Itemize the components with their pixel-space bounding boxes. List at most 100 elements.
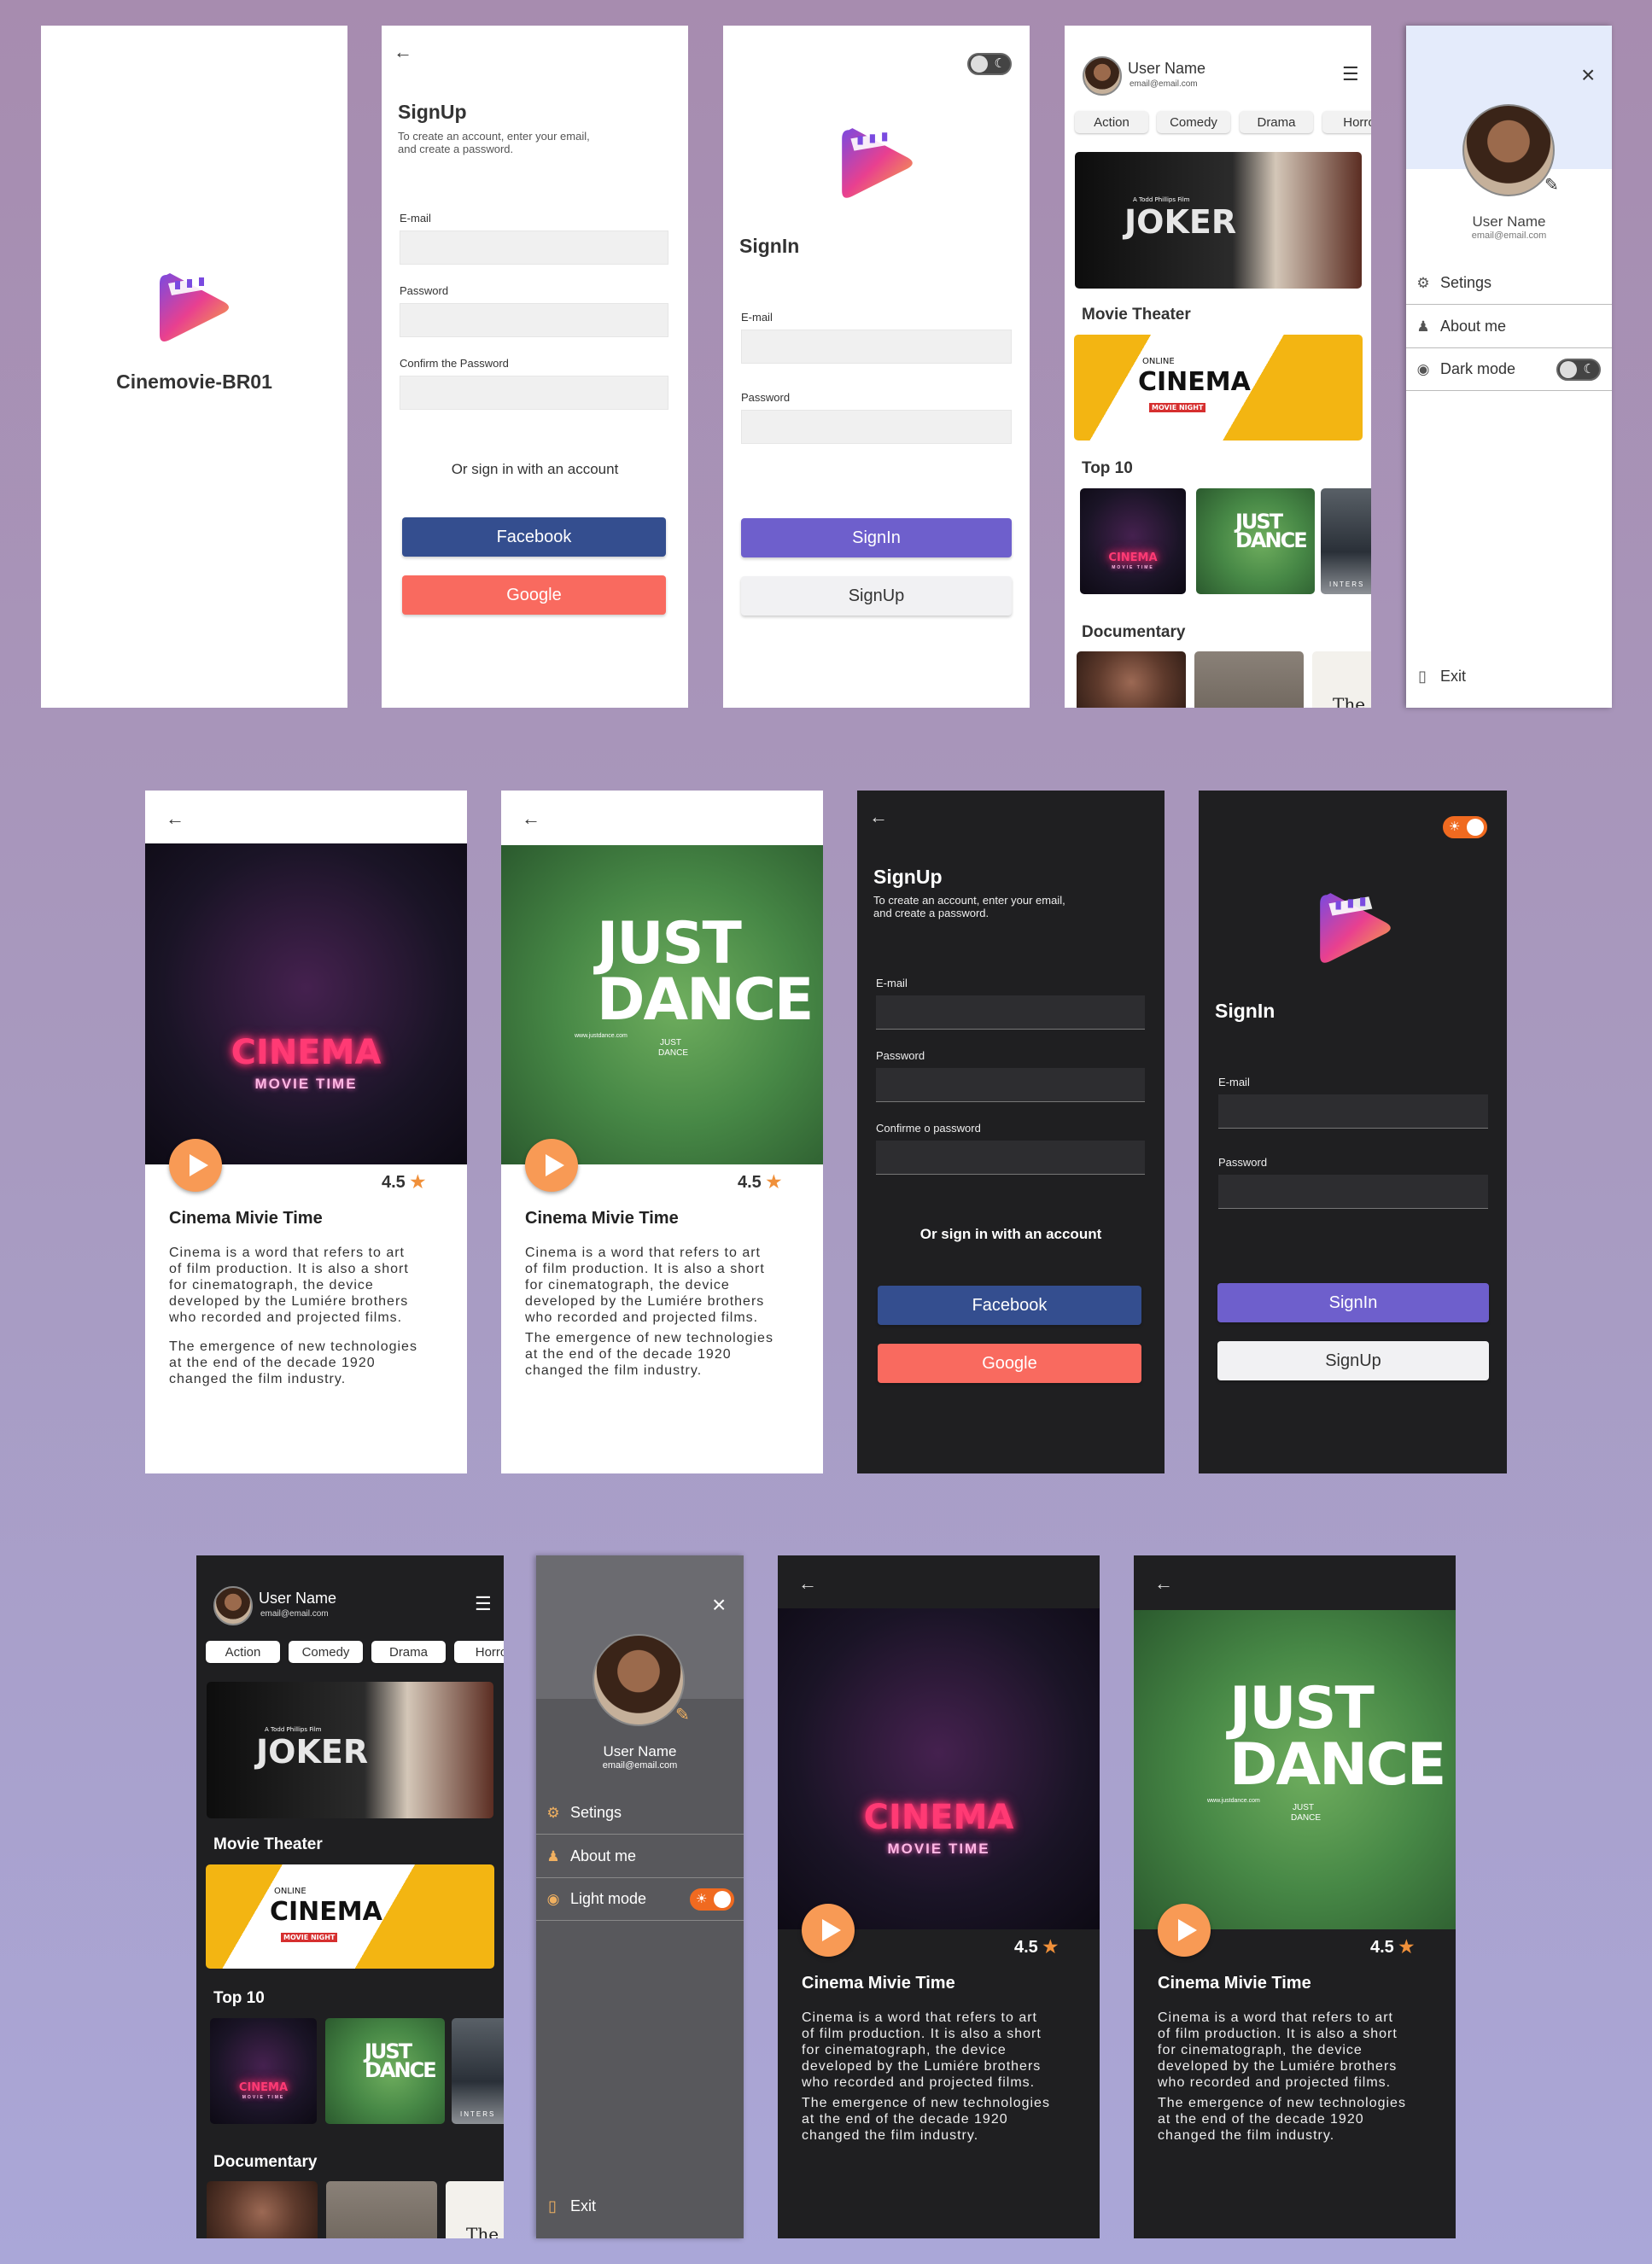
theme-toggle[interactable]: ☀: [1443, 816, 1487, 838]
joker-small-text: A Todd Phillips Film: [1133, 196, 1190, 203]
signin-title: SignIn: [739, 235, 800, 257]
menu-about[interactable]: ♟ About me: [1406, 306, 1612, 348]
signup-button[interactable]: SignUp: [1217, 1341, 1489, 1380]
section-top-10: Top 10: [213, 1989, 265, 2007]
user-email: email@email.com: [1471, 230, 1547, 241]
user-name: User Name: [1128, 60, 1206, 77]
light-mode-toggle[interactable]: ☀: [690, 1888, 734, 1911]
top10-item-cinema[interactable]: CINEMA MOVIE TIME: [1080, 488, 1186, 594]
email-field[interactable]: [741, 330, 1012, 364]
menu-settings[interactable]: ⚙ Setings: [536, 1792, 744, 1835]
back-arrow-icon[interactable]: ←: [166, 809, 184, 828]
avatar[interactable]: [213, 1586, 253, 1625]
dark-mode-toggle[interactable]: ☾: [1556, 359, 1601, 381]
facebook-button[interactable]: Facebook: [878, 1286, 1141, 1325]
play-button[interactable]: [169, 1139, 222, 1192]
email-label: E-mail: [1218, 1076, 1250, 1088]
signin-button[interactable]: SignIn: [1217, 1283, 1489, 1322]
documentary-item-3[interactable]: The N: [1312, 651, 1371, 708]
menu-icon[interactable]: ☰: [1342, 63, 1359, 85]
poster-title: CINEMA: [231, 1033, 382, 1072]
exit-button[interactable]: Exit: [570, 2197, 596, 2215]
home-screen-dark: User Name email@email.com ☰ Action Comed…: [196, 1555, 504, 2238]
category-comedy[interactable]: Comedy: [1157, 111, 1230, 133]
exit-button[interactable]: Exit: [1440, 668, 1466, 686]
category-horror[interactable]: Horro: [1322, 111, 1371, 133]
person-icon: ♟: [1416, 318, 1430, 335]
user-email: email@email.com: [260, 1609, 329, 1619]
movie-title: Cinema Mivie Time: [1158, 1974, 1311, 1993]
back-arrow-icon[interactable]: ←: [394, 43, 412, 61]
back-arrow-icon[interactable]: ←: [869, 808, 888, 826]
close-icon[interactable]: ×: [1581, 61, 1595, 89]
play-button[interactable]: [525, 1139, 578, 1192]
theater-night: MOVIE NIGHT: [281, 1933, 338, 1942]
play-button[interactable]: [802, 1904, 855, 1957]
close-icon[interactable]: ×: [712, 1591, 726, 1619]
poster-title: The N: [1333, 694, 1371, 708]
user-email: email@email.com: [602, 1760, 678, 1771]
signin-button[interactable]: SignIn: [741, 518, 1012, 557]
featured-banner-joker[interactable]: A Todd Phillips Film JOKER: [1075, 152, 1362, 289]
movie-theater-banner[interactable]: ONLINE CINEMA MOVIE NIGHT: [1074, 335, 1363, 441]
category-action[interactable]: Action: [206, 1641, 280, 1663]
top10-item-cinema[interactable]: CINEMA MOVIE TIME: [210, 2018, 317, 2124]
top10-item-dance[interactable]: JUST DANCE: [1196, 488, 1315, 594]
menu-settings[interactable]: ⚙ Setings: [1406, 262, 1612, 305]
category-horror[interactable]: Horro: [454, 1641, 504, 1663]
movie-theater-banner[interactable]: ONLINE CINEMA MOVIE NIGHT: [206, 1864, 494, 1969]
email-field[interactable]: [1218, 1094, 1488, 1129]
signup-button[interactable]: SignUp: [741, 576, 1012, 616]
email-field[interactable]: [876, 995, 1145, 1030]
top10-item-dance[interactable]: JUST DANCE: [325, 2018, 445, 2124]
back-arrow-icon[interactable]: ←: [522, 809, 540, 828]
back-arrow-icon[interactable]: ←: [798, 1574, 817, 1593]
documentary-item-1[interactable]: [207, 2181, 318, 2238]
avatar[interactable]: [1083, 56, 1122, 96]
top10-item-inter[interactable]: INTERS: [1321, 488, 1371, 594]
home-screen-light: User Name email@email.com ☰ Action Comed…: [1065, 26, 1371, 708]
google-button[interactable]: Google: [878, 1344, 1141, 1383]
poster-url: www.justdance.com: [1207, 1798, 1260, 1804]
menu-about[interactable]: ♟ About me: [536, 1835, 744, 1878]
avatar: [1462, 104, 1555, 196]
facebook-button[interactable]: Facebook: [402, 517, 666, 557]
email-field[interactable]: [400, 230, 668, 265]
theme-toggle[interactable]: ☾: [967, 53, 1012, 75]
rating: 4.5 ★: [1370, 1936, 1414, 1958]
signup-subtitle-1: To create an account, enter your email,: [873, 894, 1065, 907]
poster-title: CINEMA: [863, 1798, 1014, 1837]
category-drama[interactable]: Drama: [1240, 111, 1313, 133]
theater-online: ONLINE: [274, 1887, 306, 1896]
password-field[interactable]: [1218, 1175, 1488, 1209]
category-drama[interactable]: Drama: [371, 1641, 446, 1663]
poster-small-1: JUST: [1293, 1803, 1314, 1812]
google-button[interactable]: Google: [402, 575, 666, 615]
signin-screen-dark: ☀ SignIn E-mail Password SignIn SignUp: [1199, 791, 1507, 1473]
menu-icon[interactable]: ☰: [475, 1593, 492, 1615]
back-arrow-icon[interactable]: ←: [1154, 1574, 1173, 1593]
password-field[interactable]: [876, 1068, 1145, 1102]
confirm-password-field[interactable]: [876, 1141, 1145, 1175]
movie-poster: CINEMA MOVIE TIME: [778, 1608, 1100, 1929]
password-field[interactable]: [400, 303, 668, 337]
play-button[interactable]: [1158, 1904, 1211, 1957]
poster-small-2: DANCE: [1291, 1813, 1322, 1823]
documentary-item-3[interactable]: The N: [446, 2181, 504, 2238]
password-field[interactable]: [741, 410, 1012, 444]
documentary-item-2[interactable]: [1194, 651, 1304, 708]
featured-banner-joker[interactable]: A Todd Phillips Film JOKER: [207, 1682, 493, 1818]
category-comedy[interactable]: Comedy: [289, 1641, 363, 1663]
eye-icon: ◉: [546, 1890, 560, 1907]
edit-icon[interactable]: ✎: [1544, 174, 1559, 195]
confirm-password-field[interactable]: [400, 376, 668, 410]
edit-icon[interactable]: ✎: [675, 1704, 690, 1725]
documentary-item-2[interactable]: [326, 2181, 437, 2238]
poster-subtitle: MOVIE TIME: [887, 1841, 990, 1857]
section-movie-theater: Movie Theater: [1082, 306, 1191, 324]
category-action[interactable]: Action: [1075, 111, 1148, 133]
documentary-item-1[interactable]: [1077, 651, 1186, 708]
movie-description-2: The emergence of new technologies at the …: [802, 2096, 1050, 2143]
top10-item-inter[interactable]: INTERS: [452, 2018, 504, 2124]
poster-subtitle: MOVIE TIME: [242, 2095, 285, 2100]
